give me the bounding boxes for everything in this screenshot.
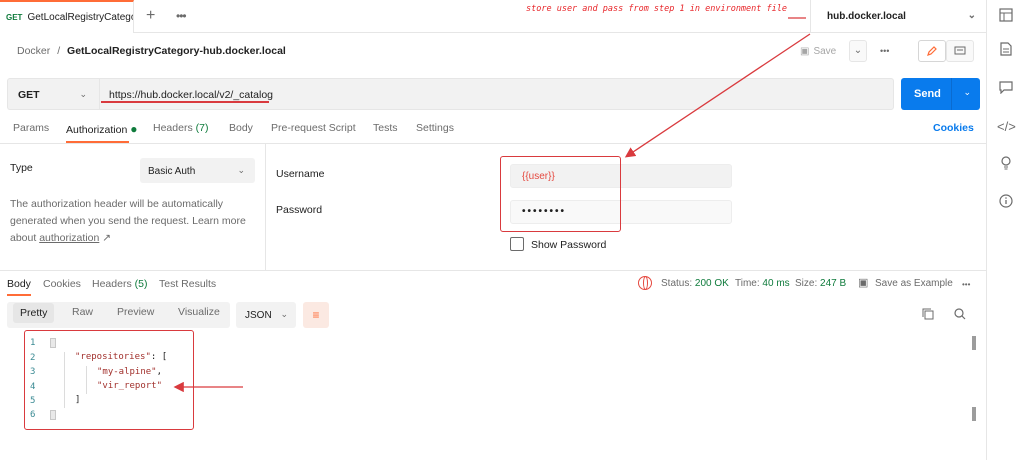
environment-quick-look-icon[interactable] xyxy=(997,8,1015,26)
annotation-arrows xyxy=(173,17,811,393)
annotation-arrow xyxy=(624,33,811,158)
comments-icon[interactable] xyxy=(997,80,1015,98)
lightbulb-icon[interactable] xyxy=(997,156,1015,174)
info-icon[interactable] xyxy=(997,194,1015,212)
code-icon[interactable]: </> xyxy=(997,118,1016,136)
right-sidebar: </> xyxy=(986,0,1024,460)
documentation-icon[interactable] xyxy=(997,42,1015,60)
